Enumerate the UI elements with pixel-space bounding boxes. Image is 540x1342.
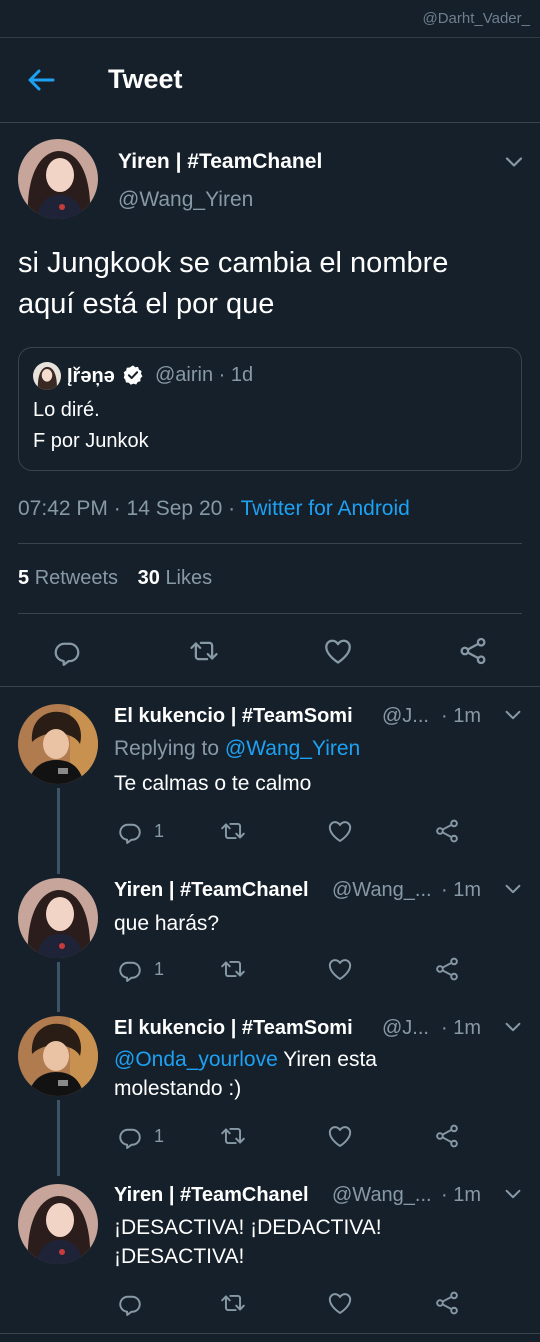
chevron-down-icon[interactable]: [502, 1183, 524, 1205]
like-icon[interactable]: [327, 1290, 353, 1316]
tweet-source-link[interactable]: Twitter for Android: [241, 497, 410, 520]
reply-icon[interactable]: [117, 1123, 143, 1149]
replying-to: Replying to @Wang_Yiren: [114, 737, 360, 761]
author-handle[interactable]: @J...: [382, 1017, 429, 1040]
tweet-timestamp: · 1m: [441, 1017, 481, 1039]
tweet-timestamp: 07:42 PM · 14 Sep 20 ·: [18, 497, 241, 520]
tweet-text-line: ¡DESACTIVA!: [114, 1245, 245, 1268]
avatar[interactable]: [18, 878, 98, 958]
tweet-timestamp: · 1m: [441, 1184, 481, 1206]
quote-author-name-text: Įřəņə: [67, 365, 115, 387]
tweet-text: Te calmas o te calmo: [114, 772, 312, 795]
retweets-label: Retweets: [34, 567, 119, 589]
chevron-down-icon[interactable]: [502, 878, 524, 900]
share-icon[interactable]: [434, 1290, 460, 1316]
retweet-icon[interactable]: [219, 1123, 247, 1149]
tweet-timestamp: · 1m: [441, 879, 481, 901]
tweet-text-line: si Jungkook se cambia el nombre: [18, 247, 449, 279]
likes-label: Likes: [165, 567, 213, 589]
tweet-text-line: ¡DESACTIVA! ¡DEDACTIVA!: [114, 1216, 382, 1239]
retweet-icon[interactable]: [219, 1290, 247, 1316]
reply-icon[interactable]: [117, 818, 143, 844]
share-icon[interactable]: [434, 818, 460, 844]
reply-icon[interactable]: [117, 1290, 143, 1316]
watermark-text: @Darht_Vader_: [422, 10, 530, 27]
replying-to-prefix: Replying to: [114, 737, 225, 760]
reply-icon[interactable]: [52, 636, 82, 666]
avatar[interactable]: [18, 704, 98, 784]
chevron-down-icon[interactable]: [502, 1016, 524, 1038]
author-handle[interactable]: @J...: [382, 705, 429, 728]
back-arrow-icon: [28, 69, 55, 91]
retweet-icon[interactable]: [188, 636, 220, 666]
tweet-text: ¡DESACTIVA! ¡DEDACTIVA! ¡DESACTIVA!: [114, 1213, 524, 1271]
replying-to-link[interactable]: @Wang_Yiren: [225, 737, 360, 760]
author-name[interactable]: Yiren | #TeamChanel: [114, 1184, 309, 1207]
chevron-down-icon[interactable]: [502, 150, 526, 174]
tweet-stats: 5 Retweets 30 Likes: [18, 567, 212, 590]
author-handle[interactable]: @Wang_Yiren: [118, 188, 253, 212]
share-icon[interactable]: [434, 956, 460, 982]
back-button[interactable]: [26, 66, 56, 94]
author-name[interactable]: El kukencio | #TeamSomi: [114, 705, 353, 728]
author-name[interactable]: El kukencio | #TeamSomi: [114, 1017, 353, 1040]
reply-count: 1: [154, 821, 165, 841]
likes-count: 30: [137, 567, 160, 589]
divider: [18, 613, 522, 614]
tweet-text: que harás?: [114, 912, 220, 935]
divider: [18, 543, 522, 544]
thread-connector: [57, 788, 60, 874]
tweet-text-segment: Yiren esta: [277, 1048, 377, 1071]
thread-connector: [57, 1100, 60, 1176]
tweet-text-line: aquí está el por que: [18, 288, 275, 320]
author-name[interactable]: Yiren | #TeamChanel: [114, 879, 309, 902]
reply-count: 1: [154, 959, 165, 979]
like-icon[interactable]: [327, 1123, 353, 1149]
quoted-tweet[interactable]: Įřəņə @airin · 1d Lo diré. F por Junkok: [18, 347, 522, 471]
avatar[interactable]: [18, 1184, 98, 1264]
like-icon[interactable]: [327, 818, 353, 844]
quote-avatar: [33, 362, 61, 390]
quote-text-line: Lo diré.: [33, 399, 100, 421]
chevron-down-icon[interactable]: [502, 704, 524, 726]
avatar[interactable]: [18, 1016, 98, 1096]
quote-author-handle: @airin · 1d: [155, 364, 254, 386]
tweet-text: si Jungkook se cambia el nombre aquí est…: [18, 243, 528, 325]
author-name[interactable]: Yiren | #TeamChanel: [118, 150, 322, 174]
share-icon[interactable]: [458, 636, 488, 666]
tweet-text: @Onda_yourlove Yiren esta molestando :): [114, 1045, 524, 1103]
likes-stat[interactable]: 30 Likes: [138, 567, 213, 589]
like-icon[interactable]: [327, 956, 353, 982]
top-app-bar: Tweet: [0, 38, 540, 123]
quote-text-line: F por Junkok: [33, 430, 149, 452]
page-title: Tweet: [108, 64, 183, 94]
reply-icon[interactable]: [117, 956, 143, 982]
share-icon[interactable]: [434, 1123, 460, 1149]
divider: [0, 686, 540, 687]
divider: [0, 1333, 540, 1334]
reply-count: 1: [154, 1126, 165, 1146]
tweet-meta: 07:42 PM · 14 Sep 20 · Twitter for Andro…: [18, 497, 410, 521]
thread-connector: [57, 962, 60, 1012]
retweet-icon[interactable]: [219, 956, 247, 982]
tweet-timestamp: · 1m: [441, 705, 481, 727]
author-handle[interactable]: @Wang_...: [332, 1184, 432, 1207]
like-icon[interactable]: [323, 636, 353, 666]
tweet-text-line: molestando :): [114, 1077, 242, 1100]
verified-badge-icon: [124, 365, 143, 385]
author-handle[interactable]: @Wang_...: [332, 879, 432, 902]
quote-author-name: Įřəņə: [67, 364, 144, 388]
mention-link[interactable]: @Onda_yourlove: [114, 1048, 278, 1071]
retweets-stat[interactable]: 5 Retweets: [18, 567, 118, 589]
retweets-count: 5: [18, 567, 30, 589]
avatar[interactable]: [18, 139, 98, 219]
retweet-icon[interactable]: [219, 818, 247, 844]
